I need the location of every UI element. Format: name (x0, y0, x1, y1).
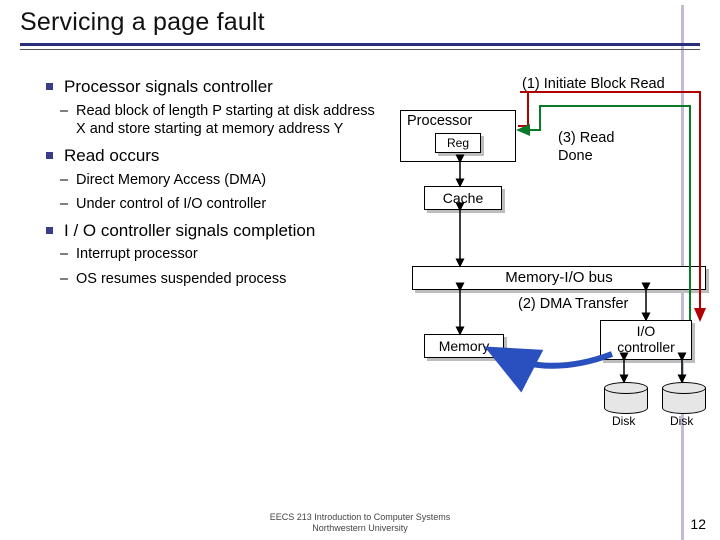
io-controller-l2: controller (601, 339, 691, 355)
io-controller-l1: I/O (601, 323, 691, 339)
bullet-1: Processor signals controller (46, 76, 376, 98)
page-number: 12 (690, 516, 706, 532)
slide-title: Servicing a page fault (20, 8, 700, 37)
footer: EECS 213 Introduction to Computer System… (0, 512, 720, 534)
bullet-2b: Under control of I/O controller (46, 195, 376, 214)
disk-1-label: Disk (612, 414, 635, 428)
io-controller-box: I/O controller (600, 320, 692, 360)
footer-line1: EECS 213 Introduction to Computer System… (0, 512, 720, 523)
bullet-3b: OS resumes suspended process (46, 270, 376, 289)
label-step2-l1: (2) DMA Transfer (518, 296, 628, 312)
reg-label: Reg (447, 136, 469, 150)
processor-label: Processor (407, 113, 472, 129)
memory-label: Memory (439, 338, 490, 354)
diagram: (1) Initiate Block Read Processor Reg (3… (390, 70, 712, 450)
processor-box: Processor Reg (400, 110, 516, 162)
label-step3-l1: (3) Read (558, 130, 614, 146)
underline-thin (20, 49, 700, 50)
disk-2-top (662, 382, 706, 394)
bullet-2: Read occurs (46, 145, 376, 167)
bullet-list: Processor signals controller Read block … (46, 76, 376, 295)
disk-2-label: Disk (670, 414, 693, 428)
cache-box: Cache (424, 186, 502, 210)
label-step3-l2: Done (558, 148, 593, 164)
bullet-3a: Interrupt processor (46, 245, 376, 264)
title-area: Servicing a page fault (0, 0, 720, 53)
cache-label: Cache (443, 190, 483, 206)
bullet-1a: Read block of length P starting at disk … (46, 102, 376, 139)
bus-box: Memory-I/O bus (412, 266, 706, 290)
disk-1-top (604, 382, 648, 394)
bullet-3: I / O controller signals completion (46, 220, 376, 242)
slide: Servicing a page fault Processor signals… (0, 0, 720, 540)
footer-line2: Northwestern University (0, 523, 720, 534)
memory-box: Memory (424, 334, 504, 358)
reg-box: Reg (435, 133, 481, 153)
underline-thick (20, 43, 700, 46)
label-step1: (1) Initiate Block Read (522, 76, 665, 92)
bullet-2a: Direct Memory Access (DMA) (46, 171, 376, 190)
bus-label: Memory-I/O bus (505, 269, 613, 286)
title-underline (20, 39, 700, 53)
